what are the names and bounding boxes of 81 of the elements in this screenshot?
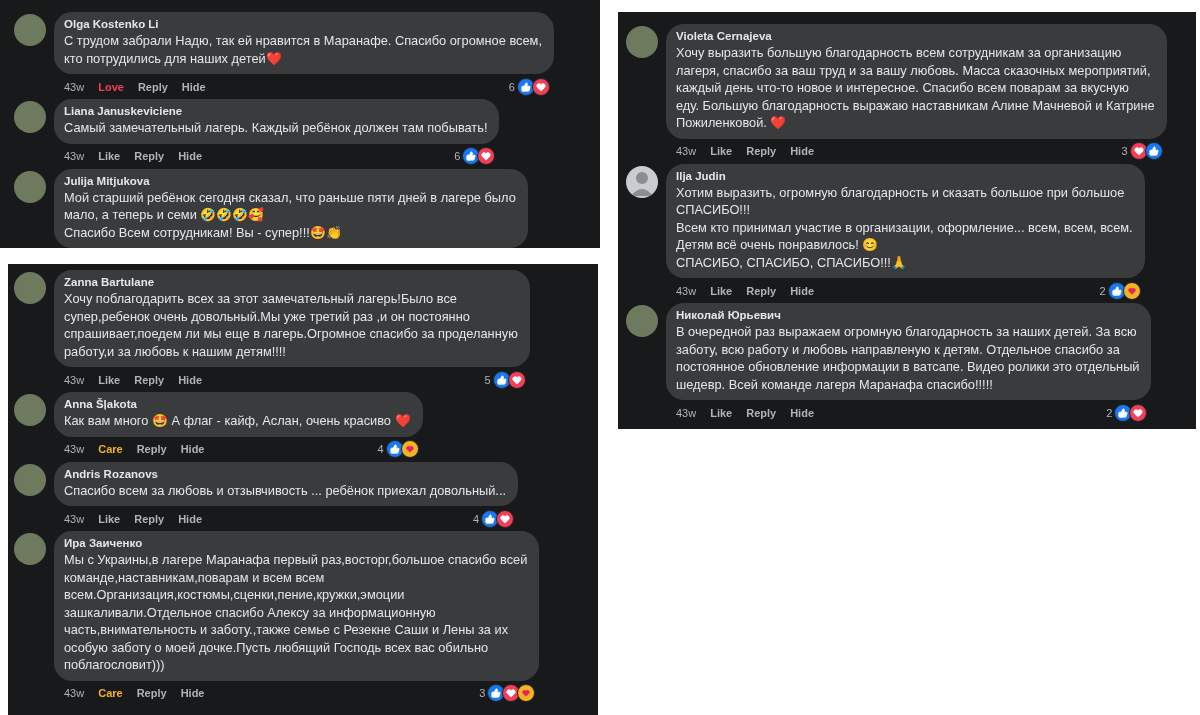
comment-time[interactable]: 43w [64, 150, 85, 162]
like-icon [492, 370, 511, 389]
reply-link[interactable]: Reply [746, 145, 777, 157]
react-link[interactable]: Like [98, 373, 121, 386]
comment-time[interactable]: 43w [676, 284, 697, 297]
comment-text: Как вам много 🤩 А флаг - кайф, Аслан, очень красиво ❤ [64, 412, 411, 430]
reply-link[interactable]: Reply [136, 687, 167, 699]
reply-link[interactable]: Reply [136, 443, 167, 455]
comment-time[interactable]: 43w [64, 373, 85, 386]
avatar-photo-placeholder [14, 533, 46, 565]
reaction-count: 3 [479, 687, 486, 699]
comment-text: Спасибо всем за любовь и отзывчивость ... ребёнок приехал довольный... [64, 481, 506, 499]
comment-text: С трудом забрали Надю, так ей нравится в Маранафе. Спасибо огромное всем, кто потрудились для наших детей❤ [64, 32, 542, 67]
comment-time[interactable]: 43w [676, 145, 697, 157]
avatar-photo-placeholder [626, 305, 658, 337]
comment-text: Мы с Украины,в лагере Маранафа первый раз,восторг,большое спасибо всей команде,наставникам,поварам и всем всем всем.Организация,костюмы,сценки,пение,кружки,эмоции зашкаливали.Отдельное спасибо Алексу за информационную часть,внимательность и заботу.,также семье с Резекне Саши и Лены за их особую заботу о моей дочке.Пусть любящий Господь всех вас обильно поблагословит))) [64, 551, 528, 674]
avatar-photo-placeholder [14, 101, 46, 133]
comment-text: Хочу поблагодарить всех за этот замечательный лагерь!Было все супер,ребенок очень довольный.Мы уже третий раз ,и он постоянно спрашивает,поедем ли мы еще в лагерь.Огромное спасибо за проделанную работу,и за любовь к нашим детям!!!! [64, 290, 518, 360]
hide-link[interactable]: Hide [790, 284, 814, 297]
react-link[interactable]: Care [98, 443, 123, 455]
commenter-name[interactable]: Liana Januskeviciene [64, 105, 488, 117]
reaction-count: 6 [508, 80, 515, 93]
avatar-photo-placeholder [14, 14, 46, 46]
commenter-name[interactable]: Julija Mitjukova [64, 174, 516, 187]
react-link[interactable]: Like [98, 512, 121, 525]
reaction-count: 5 [484, 373, 491, 386]
commenter-name[interactable]: Ира Заиченко [64, 537, 528, 549]
default-avatar-icon [626, 165, 658, 198]
avatar-photo-placeholder [626, 26, 658, 58]
avatar-photo-placeholder [14, 394, 46, 426]
comment-text: Хотим выразить, огромную благодарность и сказать большое при большое СПАСИБО!!! Всем кто принимал участие в организации, оформление... всем, всем, всем. Детям всё очень понравилось! 😊 СПАСИБО, СПАСИБО, СПАСИБО!!!🙏 [676, 183, 1133, 271]
commenter-name[interactable]: Violeta Cernajeva [676, 30, 1155, 42]
commenter-name[interactable]: Николай Юрьевич [676, 309, 1140, 321]
reply-link[interactable]: Reply [134, 512, 165, 525]
commenter-name[interactable]: Ilja Judin [676, 169, 1133, 182]
reaction-count: 3 [1121, 145, 1128, 157]
comment-time[interactable]: 43w [64, 80, 85, 93]
commenter-name[interactable]: Zanna Bartulane [64, 276, 518, 288]
hide-link[interactable]: Hide [178, 150, 202, 162]
hide-link[interactable]: Hide [180, 687, 205, 699]
comment-text: Самый замечательный лагерь. Каждый ребёнок должен там побывать! [64, 119, 488, 137]
comment-time[interactable]: 43w [64, 443, 85, 455]
reaction-count: 6 [454, 150, 461, 162]
comment-time[interactable]: 43w [676, 406, 697, 419]
avatar-photo-placeholder [14, 272, 46, 304]
reaction-count: 4 [472, 512, 479, 525]
comment-text: Мой старший ребёнок сегодня сказал, что раньше пяти дней в лагере было мало, а теперь и семи 🤣🤣🤣🥰 Спасибо Всем сотрудникам! Вы - супер!!!🤩👏 [64, 188, 516, 241]
commenter-name[interactable]: Anna Šļakota [64, 398, 411, 410]
react-link[interactable]: Love [98, 80, 124, 93]
reply-link[interactable]: Reply [134, 373, 165, 386]
avatar-photo-placeholder [14, 463, 46, 496]
comment-text: Хочу выразить большую благодарность всем сотрудникам за организацию лагеря, спасибо за ваш труд и за вашу любовь. Масса сказочных мероприятий, каждый день что-то новое и интересное. Спасибо всем поварам за вкусную еду. Большую благодарность выражаю наставникам Алине Мачневой и Катрине Пожиленковой. ❤ [676, 44, 1155, 132]
like-icon [385, 440, 404, 458]
like-icon [481, 509, 499, 528]
react-link[interactable]: Like [98, 150, 121, 162]
hide-link[interactable]: Hide [790, 145, 814, 157]
hide-link[interactable]: Hide [180, 443, 205, 455]
reply-link[interactable]: Reply [137, 80, 168, 93]
comment-time[interactable]: 43w [64, 687, 85, 699]
hide-link[interactable]: Hide [181, 80, 206, 93]
hide-link[interactable]: Hide [178, 512, 202, 525]
hide-link[interactable]: Hide [790, 406, 814, 419]
reply-link[interactable]: Reply [746, 284, 777, 297]
react-link[interactable]: Like [710, 145, 733, 157]
like-icon [1107, 281, 1126, 300]
reply-link[interactable]: Reply [746, 406, 777, 419]
reaction-count: 2 [1106, 406, 1113, 419]
react-link[interactable]: Like [710, 406, 733, 419]
comment-time[interactable]: 43w [64, 512, 85, 525]
commenter-name[interactable]: Andris Rozanovs [64, 467, 506, 480]
avatar-photo-placeholder [14, 170, 46, 203]
reaction-count: 4 [377, 443, 384, 455]
reaction-count: 2 [1099, 284, 1106, 297]
commenter-name[interactable]: Olga Kostenko Li [64, 18, 542, 30]
comment-text: В очередной раз выражаем огромную благодарность за наших детей. За всю заботу, всю работу и любовь направленую к детям. Отдельное спасибо за постоянное обновление информации в ватсапе. Видео ролики это отдельный шедевр. Всей команде лагеря Маранафа спасибо!!!!! [676, 323, 1140, 393]
react-link[interactable]: Like [710, 284, 733, 297]
hide-link[interactable]: Hide [178, 373, 202, 386]
reply-link[interactable]: Reply [134, 150, 165, 162]
like-icon [516, 77, 535, 96]
like-icon [1144, 142, 1163, 160]
react-link[interactable]: Care [98, 687, 123, 699]
